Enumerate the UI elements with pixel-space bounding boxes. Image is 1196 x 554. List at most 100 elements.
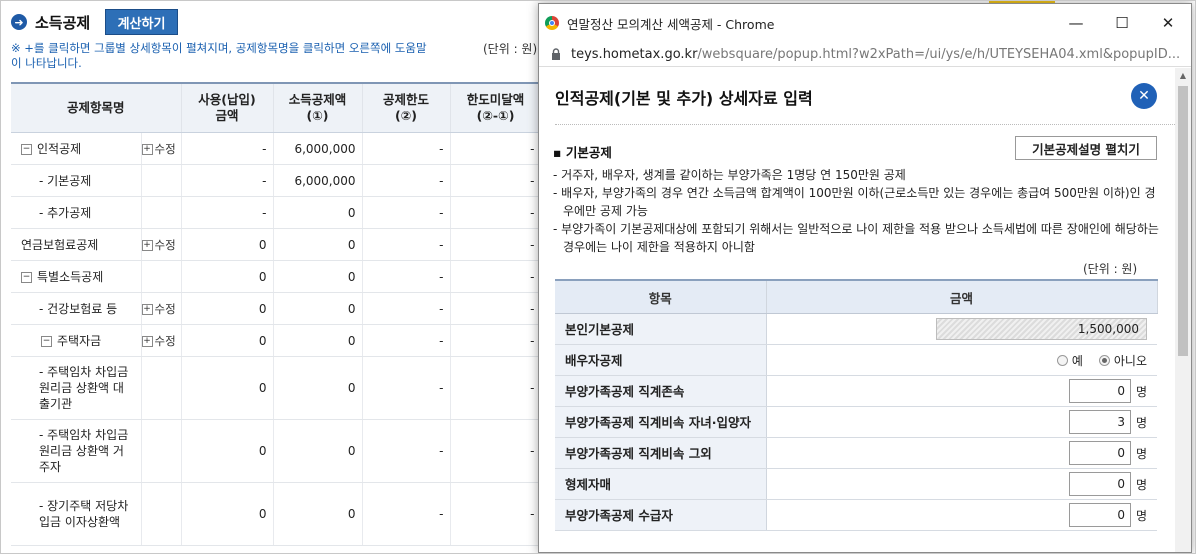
cell-use: 0 [181,228,274,261]
cell-short: - [450,196,542,229]
cell-use: - [181,132,274,165]
dependent-label: 부양가족공제 직계비속 자녀·입양자 [555,406,767,438]
column-header: 한도미달액 (②-①) [450,82,542,133]
url-path: /websquare/popup.html?w2xPath=/ui/ys/e/h… [697,46,1181,62]
cell-short: - [450,356,542,420]
table-row: - 추가공제 -0- - [11,196,542,229]
expand-description-button[interactable]: 기본공제설명 펼치기 [1015,136,1157,160]
plus-icon: + [141,239,153,251]
cell-limit: - [362,260,451,293]
person-unit: 명 [1135,415,1147,430]
table-row: 부양가족공제 직계비속 그외 0 명 [555,437,1157,469]
minimize-icon[interactable]: — [1053,4,1099,42]
unit-label: (단위 : 원) [483,42,538,56]
popup-content: 인적공제(기본 및 추가) 상세자료 입력 ✕ ▪ 기본공제 기본공제설명 펼치… [539,68,1175,552]
address-bar[interactable]: teys.hometax.go.kr/websquare/popup.html?… [539,42,1191,67]
dependent-label: 형제자매 [555,468,767,500]
calculate-button[interactable]: 계산하기 [105,9,178,35]
collapse-icon[interactable]: − [21,271,32,283]
notes-list: - 거주자, 배우자, 생계를 같이하는 부양가족은 1명당 연 150만원 공… [553,166,1159,256]
cell-short: - [450,482,542,546]
plus-icon: + [141,143,153,155]
dependent-label: 부양가족공제 직계존속 [555,375,767,407]
deduction-item-name[interactable]: - 건강보험료 등 [39,302,117,316]
column-header: 소득공제액 (①) [273,82,363,133]
close-icon[interactable]: ✕ [1131,83,1157,109]
window-title: 연말정산 모의계산 세액공제 - Chrome [567,16,775,32]
popup-scrollbar[interactable]: ▲ [1175,68,1191,552]
collapse-icon[interactable]: − [21,143,32,155]
deduction-item-name[interactable]: 주택자금 [57,334,101,348]
deduction-item-name[interactable]: 인적공제 [37,142,81,156]
dependent-count-input[interactable]: 0 [1068,472,1131,496]
deduction-item-name[interactable]: 연금보험료공제 [21,238,98,252]
edit-button[interactable]: + 수정 [141,301,176,316]
deduction-item-name[interactable]: 특별소득공제 [37,270,103,284]
note-item: - 거주자, 배우자, 생계를 같이하는 부양가족은 1명당 연 150만원 공… [553,168,906,182]
edit-button[interactable]: + 수정 [141,237,176,252]
cell-use: 0 [181,419,274,483]
section-title-text: 소득공제 [35,13,91,32]
table-row: 연금보험료공제 + 수정 0 0- - [11,228,542,261]
spouse-no-label: 아니오 [1113,353,1147,368]
column-header: 공제한도 (②) [362,82,451,133]
maximize-icon[interactable]: ☐ [1099,4,1145,42]
spouse-no-radio[interactable] [1098,354,1110,366]
cell-deduct: 0 [273,324,363,357]
dependent-label: 부양가족공제 직계비속 그외 [555,437,767,469]
help-hint: ※ +를 클릭하면 그룹별 상세항목이 펼쳐지며, 공제항목명을 클릭하면 오른… [11,41,427,70]
note-item: - 배우자, 부양가족의 경우 연간 소득금액 합계액이 100만원 이하(근로… [553,186,1156,218]
cell-deduct: 6,000,000 [273,164,363,197]
cell-use: 0 [181,482,274,546]
dependent-count-input[interactable]: 0 [1068,379,1131,403]
deduction-item-name[interactable]: - 주택임차 차입금 원리금 상환액 거주자 [39,428,128,474]
table-row: 부양가족공제 직계비속 자녀·입양자 3 명 [555,406,1157,438]
cell-deduct: 0 [273,292,363,325]
table-row: − 특별소득공제 0 0- - [11,260,542,293]
self-deduction-label: 본인기본공제 [555,313,767,345]
cell-deduct: 0 [273,228,363,261]
table-row: 배우자공제 예 아니오 [555,344,1157,376]
scroll-thumb[interactable] [1178,86,1188,356]
cell-limit: - [362,482,451,546]
chrome-icon [545,16,559,30]
table-row: - 장기주택 저당차입금 이자상환액 0 0- - [11,482,542,546]
cell-deduct: 6,000,000 [273,132,363,165]
spouse-yes-radio[interactable] [1056,354,1068,366]
table-row: - 건강보험료 등 + 수정 0 0- - [11,292,542,325]
edit-button[interactable]: + 수정 [141,142,176,156]
cell-short: - [450,324,542,357]
edit-label: 수정 [154,333,176,348]
column-header: 공제항목명 [11,82,182,133]
person-unit: 명 [1135,508,1147,523]
dependent-count-input[interactable]: 0 [1068,503,1131,527]
spouse-yes-label: 예 [1071,353,1083,368]
scroll-up-icon[interactable]: ▲ [1175,68,1191,84]
popup-window: 연말정산 모의계산 세액공제 - Chrome — ☐ ✕ teys.homet… [538,3,1192,553]
deduction-item-name[interactable]: - 주택임차 차입금 원리금 상환액 대출기관 [39,365,128,411]
dependent-count-input[interactable]: 0 [1068,441,1131,465]
deduction-item-name[interactable]: - 장기주택 저당차입금 이자상환액 [39,499,128,529]
close-window-icon[interactable]: ✕ [1145,4,1191,42]
table-row: 형제자매 0 명 [555,468,1157,500]
table-row: 부양가족공제 직계존속 0 명 [555,375,1157,407]
cell-use: 0 [181,260,274,293]
edit-label: 수정 [154,237,176,252]
note-item: - 부양가족이 기본공제대상에 포함되기 위해서는 일반적으로 나이 제한을 적… [553,222,1159,254]
person-unit: 명 [1135,477,1147,492]
deduction-item-name[interactable]: - 추가공제 [39,206,91,220]
cell-limit: - [362,356,451,420]
table-row: - 주택임차 차입금 원리금 상환액 대출기관 0 0- - [11,356,542,420]
table-row: − 주택자금 + 수정 0 0- - [11,324,542,357]
popup-unit-label: (단위 : 원) [1083,262,1138,276]
cell-use: 0 [181,324,274,357]
edit-button[interactable]: + 수정 [141,333,176,348]
window-titlebar[interactable]: 연말정산 모의계산 세액공제 - Chrome — ☐ ✕ [539,4,1191,42]
dependent-count-input[interactable]: 3 [1068,410,1131,434]
plus-icon: + [141,335,153,347]
cell-deduct: 0 [273,260,363,293]
deduction-item-name[interactable]: - 기본공제 [39,174,91,188]
edit-label: 수정 [154,301,176,316]
column-header-item: 항목 [555,279,767,314]
collapse-icon[interactable]: − [41,335,52,347]
